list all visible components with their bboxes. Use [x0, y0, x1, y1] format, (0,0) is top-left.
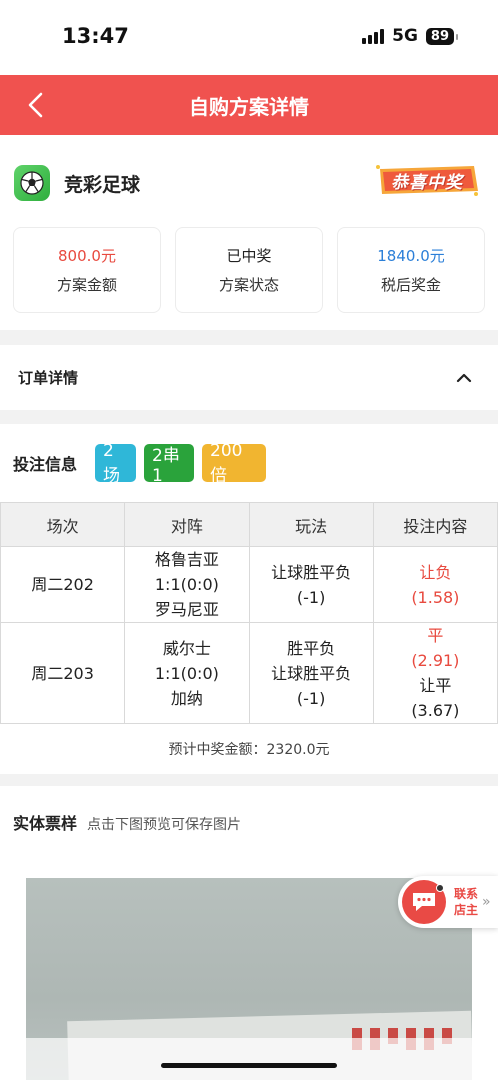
- notification-dot: [436, 884, 444, 892]
- play-type: 让球胜平负: [271, 562, 352, 582]
- soccer-ball-icon: [14, 165, 50, 201]
- ticket-header: 实体票样 点击下图预览可保存图片: [0, 786, 498, 834]
- bet-info-header: 投注信息 2场 2串1 200倍: [0, 424, 498, 502]
- play-type: 让球胜平负: [271, 663, 352, 683]
- stat-label: 方案金额: [56, 276, 117, 294]
- contact-label-line: 联系: [454, 887, 479, 901]
- play-type-cell: 让球胜平负 (-1): [248, 546, 374, 623]
- signal-icon: [362, 28, 385, 44]
- bottom-safe-area: [0, 1038, 498, 1080]
- stat-value: 1840.0元: [377, 247, 445, 265]
- col-header: 玩法: [248, 502, 374, 547]
- stat-value: 800.0元: [58, 247, 116, 265]
- table-header-row: 场次 对阵 玩法 投注内容: [0, 502, 498, 547]
- ticket-hint: 点击下图预览可保存图片: [87, 817, 242, 833]
- away-team: 加纳: [170, 688, 203, 708]
- contact-label: 联系 店主: [454, 886, 478, 918]
- bet-info-section: 投注信息 2场 2串1 200倍 场次 对阵 玩法 投注内容 周二202 格鲁吉…: [0, 424, 498, 774]
- order-details-title: 订单详情: [18, 369, 79, 387]
- matchup-cell: 威尔士 1:1(0:0) 加纳: [124, 622, 250, 724]
- tag-multiplier: 200倍: [202, 441, 267, 486]
- chat-bubble-icon: [402, 880, 446, 924]
- pick-odds: (1.58): [411, 587, 460, 607]
- home-indicator[interactable]: [161, 1063, 337, 1068]
- col-header: 投注内容: [372, 502, 498, 547]
- game-name: 竞彩足球: [64, 173, 141, 196]
- tag-matches: 2场: [95, 441, 137, 486]
- stats-row: 800.0元 方案金额 已中奖 方案状态 1840.0元 税后奖金: [13, 227, 485, 313]
- network-type: 5G: [392, 26, 418, 46]
- matchup-cell: 格鲁吉亚 1:1(0:0) 罗马尼亚: [124, 546, 250, 623]
- game-row: 竞彩足球: [14, 165, 140, 201]
- expected-prize: 预计中奖金额：2320.0元: [168, 742, 330, 758]
- contact-label-line: 店主: [454, 903, 479, 917]
- contact-owner-button[interactable]: 联系 店主 »: [398, 876, 498, 928]
- win-badge: 恭喜中奖: [374, 163, 480, 197]
- picks-cell: 让负 (1.58): [372, 546, 498, 623]
- order-details-toggle[interactable]: 订单详情: [0, 345, 498, 410]
- away-team: 罗马尼亚: [154, 600, 219, 619]
- col-header: 对阵: [124, 502, 250, 547]
- stat-label: 方案状态: [218, 276, 279, 294]
- match-number: 周二202: [0, 546, 126, 623]
- play-type: 胜平负: [287, 638, 336, 658]
- stat-value: 已中奖: [226, 247, 272, 265]
- status-indicators: 5G 89: [362, 26, 459, 46]
- page-title: 自购方案详情: [189, 94, 309, 119]
- chevron-left-icon[interactable]: [24, 92, 48, 118]
- bets-table: 场次 对阵 玩法 投注内容 周二202 格鲁吉亚 1:1(0:0) 罗马尼亚 让…: [0, 502, 498, 724]
- pick-name: 让平: [419, 676, 452, 695]
- status-time: 13:47: [62, 24, 129, 48]
- stat-status: 已中奖 方案状态: [175, 227, 323, 313]
- pick-odds: (3.67): [411, 701, 460, 720]
- bet-info-title: 投注信息: [13, 455, 78, 474]
- status-bar: 13:47 5G 89: [0, 0, 498, 75]
- home-team: 威尔士: [162, 638, 211, 658]
- pick-odds: (2.91): [411, 651, 460, 670]
- handicap: (-1): [296, 688, 326, 708]
- ticket-title: 实体票样: [13, 814, 78, 833]
- battery-icon: 89: [425, 27, 459, 45]
- stat-prize: 1840.0元 税后奖金: [337, 227, 485, 313]
- home-team: 格鲁吉亚: [154, 550, 219, 569]
- score: 1:1(0:0): [154, 663, 219, 683]
- col-header: 场次: [0, 502, 126, 547]
- navbar: 自购方案详情: [0, 75, 498, 135]
- table-row: 周二203 威尔士 1:1(0:0) 加纳 胜平负 让球胜平负 (-1) 平 (…: [0, 622, 498, 724]
- chevron-up-icon[interactable]: [456, 373, 472, 383]
- stat-label: 税后奖金: [380, 276, 441, 294]
- win-badge-label: 恭喜中奖: [391, 172, 463, 193]
- play-type-cell: 胜平负 让球胜平负 (-1): [248, 622, 374, 724]
- pick-name: 平: [427, 626, 444, 645]
- table-row: 周二202 格鲁吉亚 1:1(0:0) 罗马尼亚 让球胜平负 (-1) 让负 (…: [0, 546, 498, 623]
- match-number: 周二203: [0, 622, 126, 724]
- stat-amount: 800.0元 方案金额: [13, 227, 161, 313]
- plan-summary-card: 竞彩足球 恭喜中奖 800.0元 方案金额 已中奖 方案状态 1840.0元 税…: [0, 135, 498, 330]
- handicap: (-1): [296, 587, 326, 607]
- pick-name: 让负: [419, 562, 452, 582]
- tag-parlay: 2串1: [144, 444, 195, 486]
- score: 1:1(0:0): [154, 575, 219, 594]
- ticket-section: 实体票样 点击下图预览可保存图片: [0, 786, 498, 1080]
- double-chevron-right-icon: »: [482, 894, 491, 910]
- picks-cell: 平 (2.91) 让平 (3.67): [372, 622, 498, 724]
